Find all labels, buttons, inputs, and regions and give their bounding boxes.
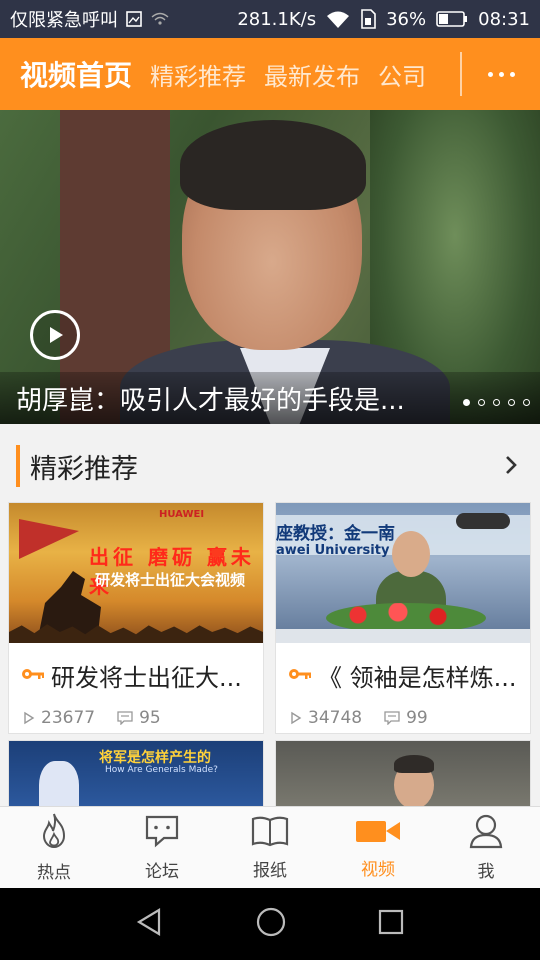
- book-icon: [251, 814, 289, 852]
- tab-hot[interactable]: 热点: [0, 807, 108, 888]
- image-icon: [126, 11, 142, 27]
- tab-label: 我: [477, 862, 495, 882]
- tab-featured[interactable]: 精彩推荐: [150, 57, 246, 92]
- video-title[interactable]: 研发将士出征大...: [51, 658, 242, 693]
- sim-icon: [360, 9, 376, 29]
- clock: 08:31: [478, 8, 530, 30]
- video-card[interactable]: [275, 740, 531, 810]
- thumbnail-logo: HUAWEI: [159, 509, 205, 520]
- podium-desk: [276, 629, 530, 643]
- tab-me[interactable]: 我: [432, 807, 540, 888]
- video-camera-icon: [355, 815, 401, 851]
- section-title: 精彩推荐: [30, 453, 138, 485]
- hero-caption: 胡厚崑：吸引人才最好的手段是...: [0, 372, 540, 424]
- chevron-right-icon[interactable]: [504, 454, 518, 480]
- comment-count: 99: [384, 708, 428, 728]
- section-header[interactable]: 精彩推荐: [0, 436, 540, 496]
- video-card[interactable]: 座教授：金一南 awei University 《 领袖是怎样炼... 3474…: [275, 502, 531, 734]
- signal-icon: [150, 11, 170, 27]
- recents-icon[interactable]: [377, 908, 405, 940]
- back-icon[interactable]: [135, 907, 165, 941]
- battery-icon: [436, 10, 468, 28]
- chat-bubble-icon: [144, 813, 180, 853]
- comments-value: 99: [406, 708, 428, 728]
- view-count: 23677: [23, 708, 95, 728]
- carousel-dot[interactable]: [463, 399, 470, 406]
- wifi-icon: [326, 10, 350, 28]
- hero-title[interactable]: 胡厚崑：吸引人才最好的手段是...: [16, 380, 456, 417]
- fire-icon: [36, 812, 72, 854]
- flag-shape: [19, 519, 79, 559]
- more-dots-icon[interactable]: [462, 38, 540, 110]
- network-speed: 281.1K/s: [237, 8, 317, 30]
- thumbnail-headline: 将军是怎样产生的: [99, 750, 211, 766]
- status-bar: 仅限紧急呼叫 281.1K/s 36% 08:31: [0, 0, 540, 38]
- tab-newspaper[interactable]: 报纸: [216, 807, 324, 888]
- carousel-dot[interactable]: [478, 399, 485, 406]
- video-thumbnail[interactable]: 座教授：金一南 awei University: [276, 503, 530, 643]
- officer-figure: [39, 761, 79, 809]
- carousel-indicator: [463, 399, 530, 406]
- video-thumbnail[interactable]: HUAWEI 出征 磨砺 赢未来 研发将士出征大会视频: [9, 503, 263, 643]
- tab-video[interactable]: 视频: [324, 807, 432, 888]
- tab-video-home[interactable]: 视频首页: [20, 54, 132, 94]
- key-icon: [21, 666, 45, 685]
- person-icon: [468, 813, 504, 853]
- comments-value: 95: [139, 708, 161, 728]
- comment-icon: [117, 711, 133, 725]
- carousel-dot[interactable]: [508, 399, 515, 406]
- system-nav-bar: [0, 888, 540, 960]
- top-nav: 视频首页 精彩推荐 最新发布 公司: [0, 38, 540, 110]
- hero-banner[interactable]: 胡厚崑：吸引人才最好的手段是...: [0, 110, 540, 424]
- view-count: 34748: [290, 708, 362, 728]
- hero-person-hair: [180, 120, 366, 210]
- helicopter-shape: [456, 513, 510, 529]
- tab-label: 热点: [37, 863, 71, 883]
- views-value: 23677: [41, 708, 96, 728]
- tab-label: 视频: [361, 860, 395, 880]
- bottom-tab-bar: 热点 论坛 报纸 视频 我: [0, 806, 540, 888]
- carrier-text: 仅限紧急呼叫: [10, 10, 118, 31]
- comment-icon: [384, 711, 400, 725]
- views-value: 34748: [308, 708, 363, 728]
- key-icon: [288, 666, 312, 685]
- video-card[interactable]: HUAWEI 出征 磨砺 赢未来 研发将士出征大会视频 研发将士出征大... 2…: [8, 502, 264, 734]
- battery-percent: 36%: [386, 8, 427, 30]
- tab-label: 论坛: [145, 862, 179, 882]
- play-count-icon: [291, 711, 302, 725]
- tab-latest[interactable]: 最新发布: [264, 57, 360, 92]
- tab-forum[interactable]: 论坛: [108, 807, 216, 888]
- comment-count: 95: [117, 708, 161, 728]
- thumbnail-subtitle: awei University: [276, 543, 390, 558]
- play-count-icon: [24, 711, 35, 725]
- home-icon[interactable]: [255, 906, 287, 942]
- carousel-dot[interactable]: [493, 399, 500, 406]
- video-thumbnail[interactable]: 将军是怎样产生的 How Are Generals Made?: [9, 741, 263, 809]
- thumbnail-subtitle: 研发将士出征大会视频: [95, 571, 246, 589]
- thumbnail-subtitle: How Are Generals Made?: [105, 765, 218, 775]
- section-accent-bar: [16, 445, 20, 487]
- speaker-hair: [394, 755, 434, 773]
- play-icon[interactable]: [30, 310, 80, 360]
- video-card[interactable]: 将军是怎样产生的 How Are Generals Made?: [8, 740, 264, 810]
- tab-label: 报纸: [253, 861, 287, 881]
- carousel-dot[interactable]: [523, 399, 530, 406]
- video-title[interactable]: 《 领袖是怎样炼...: [318, 658, 517, 693]
- tab-company[interactable]: 公司: [378, 57, 426, 92]
- video-thumbnail[interactable]: [276, 741, 530, 809]
